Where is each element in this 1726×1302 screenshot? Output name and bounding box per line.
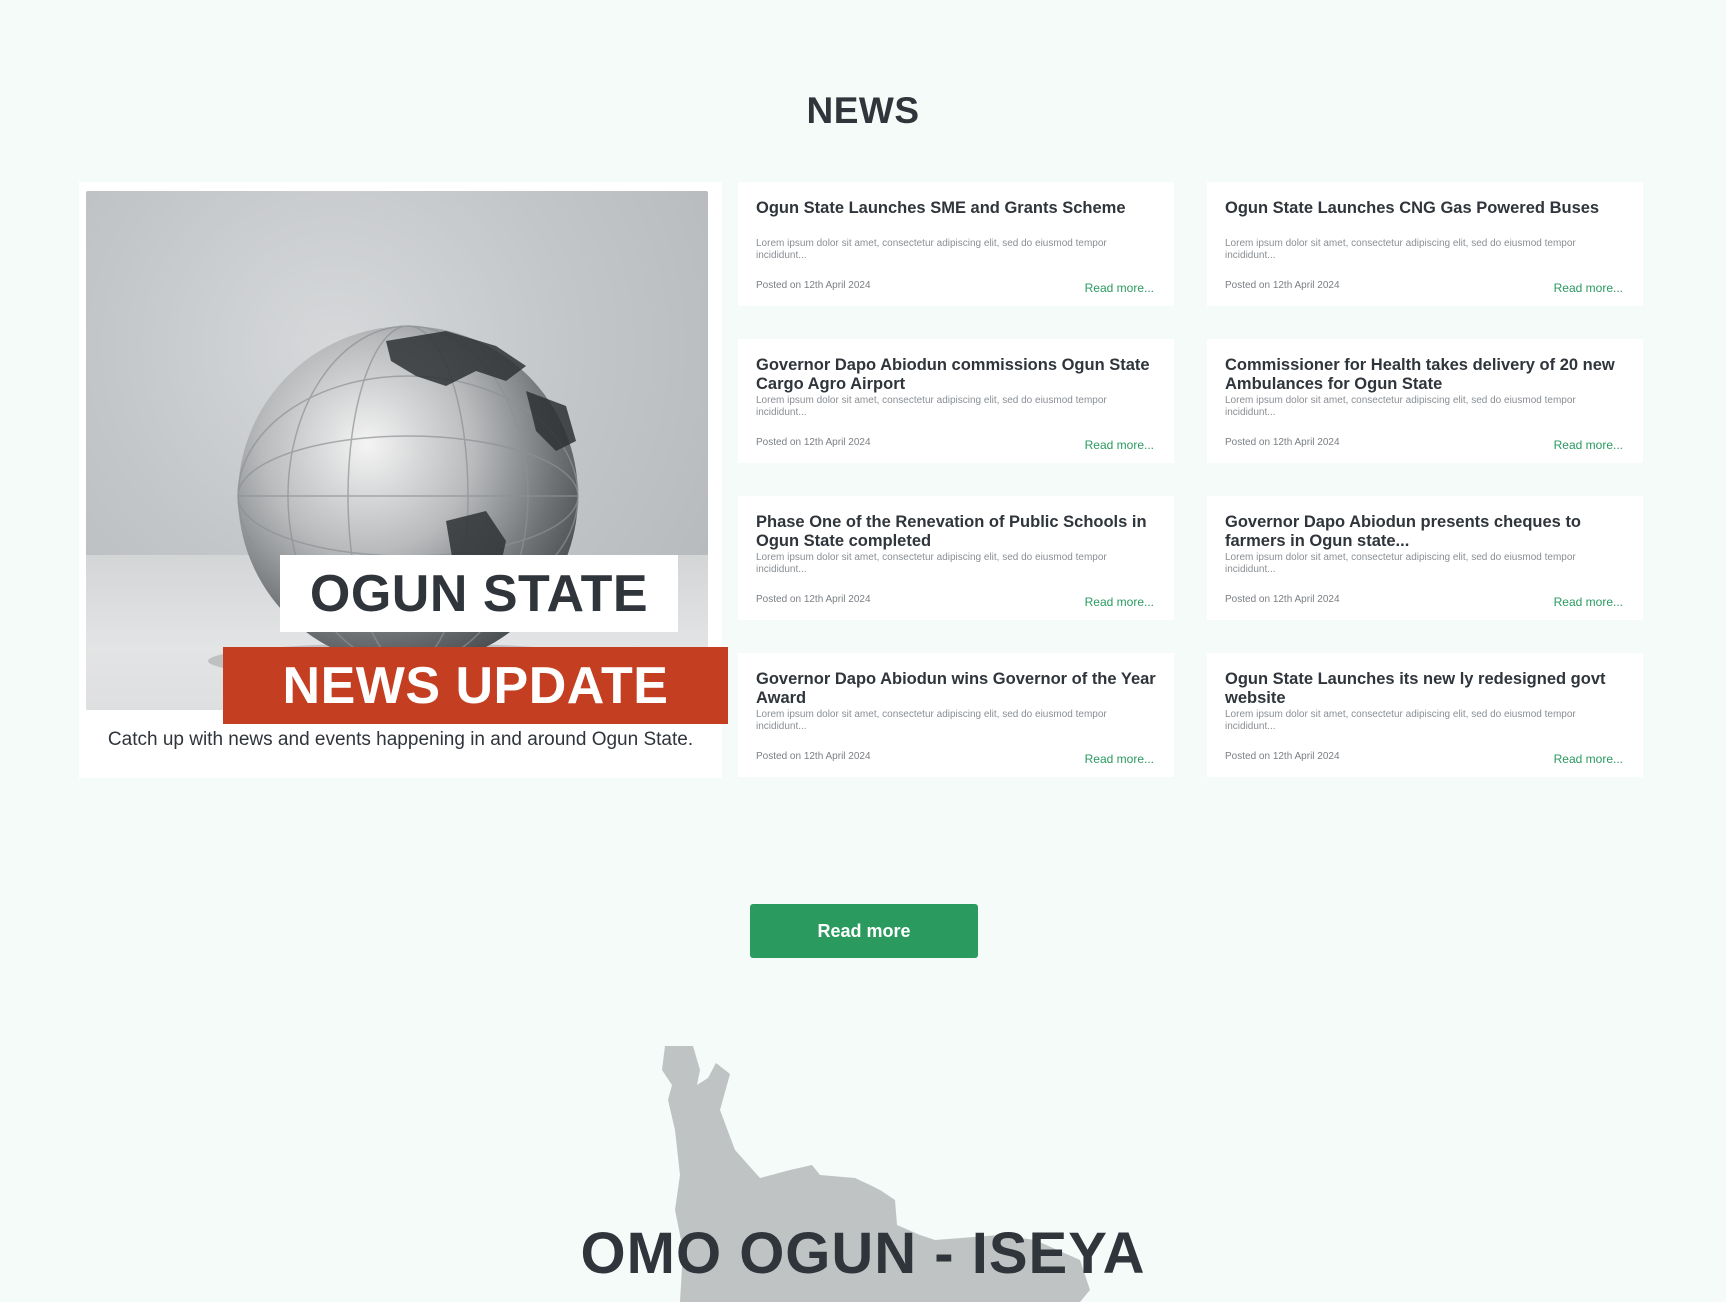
iseya-section-title: OMO OGUN - ISEYA — [580, 1221, 1146, 1286]
ogun-map-icon — [662, 1046, 1090, 1302]
page: NEWS OGUN STATE NEWS UPDATE Catch up wit… — [0, 0, 1726, 1302]
